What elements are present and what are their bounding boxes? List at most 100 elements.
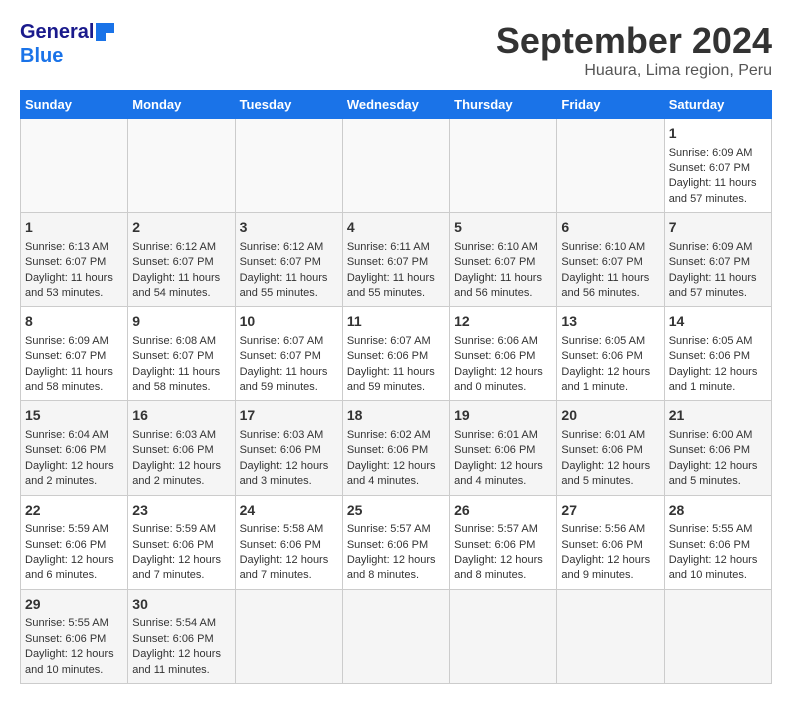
day-number: 1 [25,218,123,238]
calendar-cell: 14Sunrise: 6:05 AMSunset: 6:06 PMDayligh… [664,307,771,401]
sunrise-text: Sunrise: 5:59 AM [25,522,123,537]
calendar-cell: 18Sunrise: 6:02 AMSunset: 6:06 PMDayligh… [342,401,449,495]
sunrise-text: Sunrise: 5:58 AM [240,522,338,537]
sunset-text: Sunset: 6:06 PM [347,538,445,553]
calendar-cell: 5Sunrise: 6:10 AMSunset: 6:07 PMDaylight… [450,213,557,307]
sunset-text: Sunset: 6:06 PM [669,349,767,364]
daylight-text: Daylight: 12 hours and 5 minutes. [669,459,767,490]
sunset-text: Sunset: 6:07 PM [669,161,767,176]
sunset-text: Sunset: 6:07 PM [25,349,123,364]
day-number: 24 [240,501,338,521]
day-number: 9 [132,312,230,332]
day-number: 16 [132,406,230,426]
day-number: 12 [454,312,552,332]
calendar-cell: 19Sunrise: 6:01 AMSunset: 6:06 PMDayligh… [450,401,557,495]
sunset-text: Sunset: 6:06 PM [132,632,230,647]
calendar-cell: 22Sunrise: 5:59 AMSunset: 6:06 PMDayligh… [21,495,128,589]
calendar-cell: 24Sunrise: 5:58 AMSunset: 6:06 PMDayligh… [235,495,342,589]
sunrise-text: Sunrise: 6:07 AM [347,334,445,349]
sunrise-text: Sunrise: 6:08 AM [132,334,230,349]
sunset-text: Sunset: 6:06 PM [240,443,338,458]
calendar-cell: 9Sunrise: 6:08 AMSunset: 6:07 PMDaylight… [128,307,235,401]
daylight-text: Daylight: 12 hours and 5 minutes. [561,459,659,490]
logo-icon [94,21,116,43]
sunset-text: Sunset: 6:06 PM [25,632,123,647]
day-number: 4 [347,218,445,238]
calendar-header-row: SundayMondayTuesdayWednesdayThursdayFrid… [21,91,772,119]
day-number: 10 [240,312,338,332]
sunset-text: Sunset: 6:07 PM [561,255,659,270]
calendar-cell: 13Sunrise: 6:05 AMSunset: 6:06 PMDayligh… [557,307,664,401]
calendar-cell: 25Sunrise: 5:57 AMSunset: 6:06 PMDayligh… [342,495,449,589]
calendar-cell: 17Sunrise: 6:03 AMSunset: 6:06 PMDayligh… [235,401,342,495]
header-friday: Friday [557,91,664,119]
calendar-cell [342,119,449,213]
calendar-cell: 27Sunrise: 5:56 AMSunset: 6:06 PMDayligh… [557,495,664,589]
sunrise-text: Sunrise: 6:00 AM [669,428,767,443]
sunrise-text: Sunrise: 6:09 AM [25,334,123,349]
daylight-text: Daylight: 11 hours and 53 minutes. [25,271,123,302]
sunrise-text: Sunrise: 5:55 AM [669,522,767,537]
sunset-text: Sunset: 6:06 PM [561,349,659,364]
calendar-week-row: 29Sunrise: 5:55 AMSunset: 6:06 PMDayligh… [21,589,772,683]
sunrise-text: Sunrise: 6:05 AM [669,334,767,349]
sunrise-text: Sunrise: 6:09 AM [669,146,767,161]
calendar-cell [21,119,128,213]
calendar-cell [557,119,664,213]
day-number: 25 [347,501,445,521]
calendar-week-row: 22Sunrise: 5:59 AMSunset: 6:06 PMDayligh… [21,495,772,589]
sunrise-text: Sunrise: 6:01 AM [561,428,659,443]
daylight-text: Daylight: 12 hours and 2 minutes. [25,459,123,490]
calendar-cell [235,119,342,213]
logo-general: General [20,20,94,44]
sunrise-text: Sunrise: 6:12 AM [132,240,230,255]
sunset-text: Sunset: 6:07 PM [132,255,230,270]
header-saturday: Saturday [664,91,771,119]
daylight-text: Daylight: 12 hours and 8 minutes. [454,553,552,584]
sunrise-text: Sunrise: 6:03 AM [132,428,230,443]
logo: General Blue [20,20,116,68]
daylight-text: Daylight: 12 hours and 6 minutes. [25,553,123,584]
day-number: 27 [561,501,659,521]
sunset-text: Sunset: 6:06 PM [25,443,123,458]
calendar-cell: 11Sunrise: 6:07 AMSunset: 6:06 PMDayligh… [342,307,449,401]
day-number: 8 [25,312,123,332]
daylight-text: Daylight: 12 hours and 1 minute. [561,365,659,396]
title-block: September 2024 Huaura, Lima region, Peru [496,20,772,80]
daylight-text: Daylight: 12 hours and 2 minutes. [132,459,230,490]
daylight-text: Daylight: 12 hours and 4 minutes. [347,459,445,490]
calendar-cell [557,589,664,683]
sunrise-text: Sunrise: 6:10 AM [561,240,659,255]
page-header: General Blue September 2024 Huaura, Lima… [20,20,772,80]
sunset-text: Sunset: 6:06 PM [454,349,552,364]
header-thursday: Thursday [450,91,557,119]
sunrise-text: Sunrise: 6:01 AM [454,428,552,443]
sunrise-text: Sunrise: 5:57 AM [454,522,552,537]
calendar-cell: 15Sunrise: 6:04 AMSunset: 6:06 PMDayligh… [21,401,128,495]
daylight-text: Daylight: 11 hours and 59 minutes. [347,365,445,396]
day-number: 13 [561,312,659,332]
daylight-text: Daylight: 11 hours and 58 minutes. [132,365,230,396]
daylight-text: Daylight: 11 hours and 54 minutes. [132,271,230,302]
daylight-text: Daylight: 12 hours and 7 minutes. [240,553,338,584]
day-number: 6 [561,218,659,238]
day-number: 1 [669,124,767,144]
sunset-text: Sunset: 6:06 PM [347,443,445,458]
sunset-text: Sunset: 6:06 PM [561,443,659,458]
sunset-text: Sunset: 6:06 PM [669,443,767,458]
calendar-cell: 21Sunrise: 6:00 AMSunset: 6:06 PMDayligh… [664,401,771,495]
sunrise-text: Sunrise: 6:09 AM [669,240,767,255]
sunrise-text: Sunrise: 5:55 AM [25,616,123,631]
header-wednesday: Wednesday [342,91,449,119]
sunrise-text: Sunrise: 5:57 AM [347,522,445,537]
calendar-cell: 29Sunrise: 5:55 AMSunset: 6:06 PMDayligh… [21,589,128,683]
daylight-text: Daylight: 12 hours and 9 minutes. [561,553,659,584]
calendar-week-row: 1Sunrise: 6:13 AMSunset: 6:07 PMDaylight… [21,213,772,307]
calendar-table: SundayMondayTuesdayWednesdayThursdayFrid… [20,90,772,684]
day-number: 17 [240,406,338,426]
location-subtitle: Huaura, Lima region, Peru [496,62,772,80]
daylight-text: Daylight: 12 hours and 8 minutes. [347,553,445,584]
calendar-cell: 3Sunrise: 6:12 AMSunset: 6:07 PMDaylight… [235,213,342,307]
sunrise-text: Sunrise: 6:04 AM [25,428,123,443]
sunset-text: Sunset: 6:07 PM [454,255,552,270]
